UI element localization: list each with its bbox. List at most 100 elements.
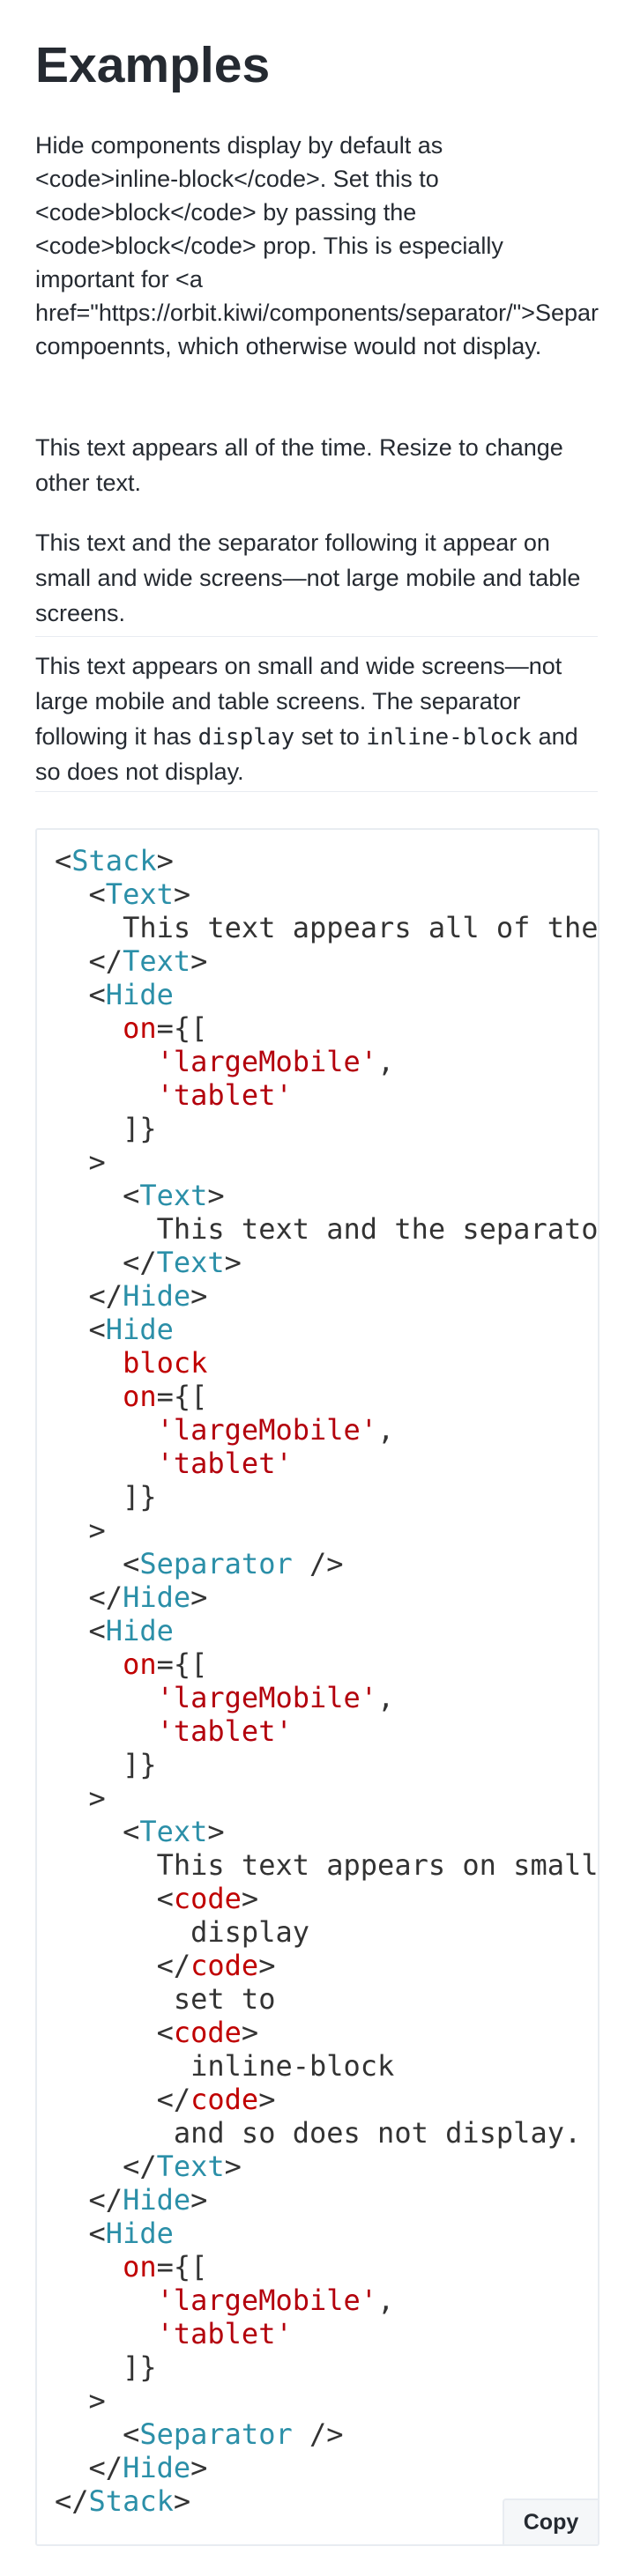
code-token: Hide xyxy=(105,978,174,1011)
code-line: ]} xyxy=(55,1748,598,1781)
code-token: </ xyxy=(55,2083,191,2116)
code-token: on xyxy=(55,2250,157,2284)
code-token: < xyxy=(55,1815,140,1848)
page-title: Examples xyxy=(35,37,271,93)
code-line: on={[ xyxy=(55,1011,598,1045)
intro-line: <code>inline-block</code>. Set this to xyxy=(35,166,439,192)
code-token: < xyxy=(55,1313,106,1346)
code-token: </ xyxy=(55,2451,123,2484)
code-line: </Text> xyxy=(55,944,598,978)
code-line: 'tablet' xyxy=(55,1447,598,1480)
code-line: 'largeMobile', xyxy=(55,1681,598,1714)
code-token: Hide xyxy=(123,2451,191,2484)
code-token: > xyxy=(55,1781,106,1815)
demo-separator xyxy=(35,636,598,637)
code-line: </code> xyxy=(55,2083,598,2116)
code-token: </ xyxy=(55,1949,191,1982)
code-token: < xyxy=(55,1882,174,1915)
code-token: < xyxy=(55,2016,174,2049)
code-token: < xyxy=(55,844,72,877)
demo-separator xyxy=(35,791,598,792)
demo-text-line: other text. xyxy=(35,470,142,496)
code-line: block xyxy=(55,1346,598,1380)
code-example: <Stack> <Text> This text appears all of … xyxy=(35,828,599,2546)
code-token: > xyxy=(224,2150,242,2183)
code-line: > xyxy=(55,1145,598,1179)
code-token: , xyxy=(377,2284,395,2317)
code-token: 'tablet' xyxy=(55,1714,293,1748)
intro-paragraph: Hide components display by default as <c… xyxy=(35,129,633,363)
demo-text-line: small and wide screens—not large mobile … xyxy=(35,565,581,591)
code-token: </ xyxy=(55,1580,123,1614)
intro-line: href="https://orbit.kiwi/components/sepa… xyxy=(35,300,599,326)
code-token: Separator xyxy=(139,1547,293,1580)
code-token: Text xyxy=(156,1246,225,1279)
code-token: </ xyxy=(55,1246,157,1279)
code-token: </ xyxy=(55,2484,89,2518)
page: Examples Hide components display by defa… xyxy=(0,0,633,2576)
code-token: 'tablet' xyxy=(55,1447,293,1480)
demo-text-line: following it has display set to inline-b… xyxy=(35,719,599,754)
code-token: inline-block xyxy=(55,2049,395,2083)
code-token: Hide xyxy=(123,1580,191,1614)
code-token: > xyxy=(55,1145,106,1179)
intro-line: compoennts, which otherwise would not di… xyxy=(35,333,542,359)
demo-text-line: so does not display. xyxy=(35,759,244,785)
code-line: ]} xyxy=(55,2350,598,2384)
code-line: <code> xyxy=(55,1882,598,1915)
code-token: > xyxy=(258,1949,276,1982)
code-line: > xyxy=(55,1781,598,1815)
code-line: </Hide> xyxy=(55,1279,598,1313)
code-token: Text xyxy=(139,1179,208,1212)
code-token: on xyxy=(55,1647,157,1681)
demo-text-line: This text appears all of the time. Resiz… xyxy=(35,434,563,461)
code-token: < xyxy=(55,2217,106,2250)
copy-button[interactable]: Copy xyxy=(503,2498,598,2544)
code-token: Separator xyxy=(139,2417,293,2451)
code-token: display xyxy=(55,1915,309,1949)
demo-text-line: This text and the separator following it… xyxy=(35,529,550,556)
code-line: </Hide> xyxy=(55,2183,598,2217)
code-line: on={[ xyxy=(55,1647,598,1681)
code-line: on={[ xyxy=(55,1380,598,1413)
intro-line: Hide components display by default as xyxy=(35,132,443,159)
code-token: ={[ xyxy=(156,2250,208,2284)
code-token: code xyxy=(173,2016,242,2049)
code-line: > xyxy=(55,2384,598,2417)
code-token: /> xyxy=(292,2417,344,2451)
code-line: This text appears on small and wide scre… xyxy=(55,1848,599,1882)
code-line: <Hide xyxy=(55,2217,598,2250)
code-line: inline-block xyxy=(55,2049,598,2083)
code-token: 'largeMobile' xyxy=(55,1045,378,1078)
code-line: on={[ xyxy=(55,2250,598,2284)
code-token: on xyxy=(55,1380,157,1413)
code-token: </ xyxy=(55,2150,157,2183)
code-line: <Separator /> xyxy=(55,2417,598,2451)
code-block: <Stack> <Text> This text appears all of … xyxy=(55,844,599,2518)
code-token: 'largeMobile' xyxy=(55,2284,378,2317)
code-token: ]} xyxy=(55,1480,157,1514)
code-token: This text and the separator following it… xyxy=(156,1212,599,1246)
code-token: > xyxy=(207,1179,225,1212)
code-line: </code> xyxy=(55,1949,598,1982)
code-token: , xyxy=(377,1681,395,1714)
code-token: This text appears on small and wide scre… xyxy=(156,1848,599,1882)
demo-text-line: screens. xyxy=(35,600,126,626)
code-token: < xyxy=(55,978,106,1011)
code-token: > xyxy=(258,2083,276,2116)
code-token: > xyxy=(190,2183,208,2217)
code-token: ={[ xyxy=(156,1011,208,1045)
code-line: <Stack> xyxy=(55,844,598,877)
code-line: 'tablet' xyxy=(55,1714,598,1748)
code-line: <Text> xyxy=(55,877,598,911)
code-token: code xyxy=(190,1949,259,1982)
demo-text-line: This text appears on small and wide scre… xyxy=(35,653,562,679)
code-line: This text appears all of the time. Resiz… xyxy=(55,911,598,944)
code-token: < xyxy=(55,1547,140,1580)
demo-text-always: This text appears all of the time. Resiz… xyxy=(35,430,599,500)
code-token: Text xyxy=(123,944,191,978)
code-token: 'tablet' xyxy=(55,1078,293,1112)
code-token: Text xyxy=(139,1815,208,1848)
code-line: </Text> xyxy=(55,2150,598,2183)
demo-text-hidden-on-mobile: This text and the separator following it… xyxy=(35,525,599,631)
